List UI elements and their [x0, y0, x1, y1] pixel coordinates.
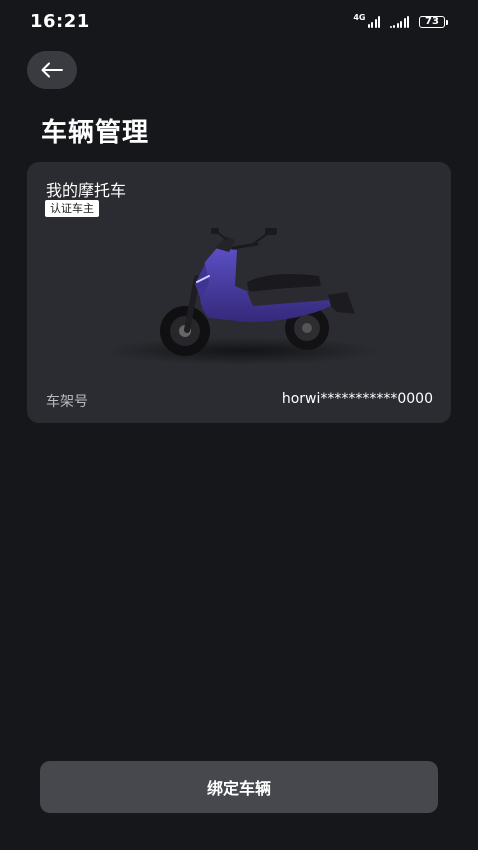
battery-icon: 73	[419, 16, 448, 28]
arrow-left-icon	[41, 62, 63, 78]
page-title: 车辆管理	[41, 118, 150, 148]
vehicle-card[interactable]: 我的摩托车 认证车主 车架号 horwi***********0000	[27, 162, 451, 423]
signal-icon	[390, 16, 409, 28]
frame-number-value: horwi***********0000	[281, 391, 433, 407]
battery-level: 73	[419, 16, 445, 28]
owner-badge: 认证车主	[45, 200, 99, 217]
back-button[interactable]	[27, 51, 77, 89]
status-bar: 16:21 4G 73	[0, 0, 478, 44]
status-time: 16:21	[30, 11, 90, 32]
frame-number-label: 车架号	[46, 394, 88, 410]
vehicle-name: 我的摩托车	[46, 181, 127, 200]
bind-vehicle-button[interactable]: 绑定车辆	[40, 761, 438, 813]
status-icons: 4G 73	[353, 14, 448, 30]
electric-scooter-image	[97, 226, 387, 376]
network-type-label: 4G	[353, 13, 366, 22]
signal-4g-icon	[367, 16, 380, 28]
